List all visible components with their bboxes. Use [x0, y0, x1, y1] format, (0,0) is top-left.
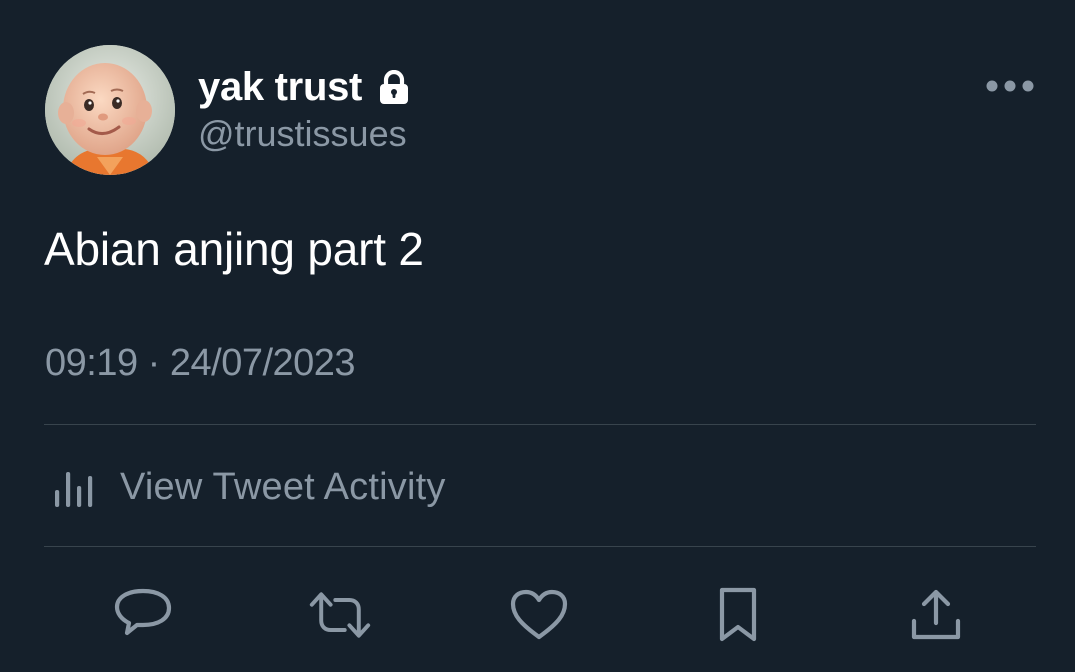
- more-dots-icon: [986, 80, 1034, 92]
- share-button[interactable]: [905, 584, 967, 646]
- bookmark-icon: [719, 587, 757, 642]
- avatar[interactable]: [45, 45, 175, 175]
- reply-icon: [114, 588, 172, 636]
- like-button[interactable]: [508, 584, 570, 646]
- divider: [44, 424, 1036, 425]
- tweet-text: Abian anjing part 2: [44, 223, 424, 275]
- tweet-detail: yak trust @trustissues Abian anjing part…: [0, 0, 1075, 672]
- user-handle[interactable]: @trustissues: [198, 113, 407, 155]
- tweet-timestamp[interactable]: 09:19 · 24/07/2023: [45, 342, 356, 385]
- share-icon: [911, 589, 961, 640]
- bookmark-button[interactable]: [707, 584, 769, 646]
- display-name[interactable]: yak trust: [198, 65, 362, 110]
- retweet-button[interactable]: [309, 584, 371, 646]
- reply-button[interactable]: [112, 584, 174, 646]
- retweet-icon: [309, 592, 371, 638]
- more-options-button[interactable]: [978, 66, 1042, 106]
- view-tweet-activity-button[interactable]: View Tweet Activity: [52, 458, 446, 516]
- divider: [44, 546, 1036, 547]
- display-name-row: yak trust: [198, 63, 410, 111]
- view-tweet-activity-label: View Tweet Activity: [120, 465, 446, 508]
- heart-icon: [510, 589, 568, 640]
- bar-chart-icon: [52, 466, 100, 508]
- lock-icon: [378, 69, 410, 104]
